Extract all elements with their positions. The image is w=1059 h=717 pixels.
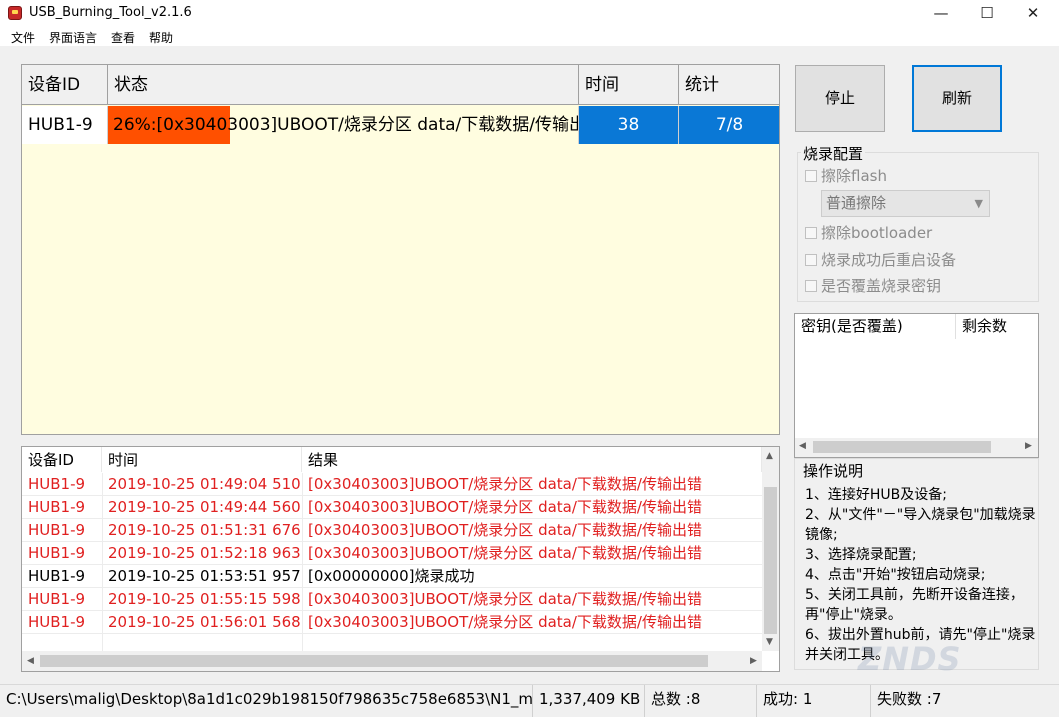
erase-flash-checkbox[interactable]: 擦除flash: [805, 165, 887, 186]
log-device-cell: HUB1-9: [28, 544, 86, 562]
title-bar: USB_Burning_Tool_v2.1.6 — ☐ ✕: [0, 0, 1059, 28]
log-time-cell: 2019-10-25 01:52:18 963: [108, 544, 301, 562]
reboot-after-label: 烧录成功后重启设备: [821, 251, 957, 269]
log-result-cell: [0x00000000]烧录成功: [308, 567, 475, 585]
log-col-time[interactable]: 时间: [102, 447, 302, 472]
log-result-cell: [0x30403003]UBOOT/烧录分区 data/下载数据/传输出错: [308, 544, 702, 562]
col-header-key[interactable]: 密钥(是否覆盖): [795, 314, 956, 339]
window-title: USB_Burning_Tool_v2.1.6: [29, 5, 192, 20]
log-row[interactable]: HUB1-9 2019-10-25 01:55:15 598 [0x30403003…: [22, 588, 762, 611]
log-device-cell: HUB1-9: [28, 475, 86, 493]
log-result-cell: [0x30403003]UBOOT/烧录分区 data/下载数据/传输出错: [308, 498, 702, 516]
time-cell[interactable]: 38: [579, 106, 679, 144]
menu-help[interactable]: 帮助: [149, 29, 173, 46]
scroll-down-icon[interactable]: ▼: [766, 637, 773, 647]
chevron-down-icon: ▼: [974, 197, 983, 210]
checkbox-box[interactable]: [805, 280, 817, 292]
status-text: 26%:[0x30403003]UBOOT/烧录分区 data/下载数据/传输出…: [113, 115, 579, 135]
log-result-cell: [0x30403003]UBOOT/烧录分区 data/下载数据/传输出错: [308, 521, 702, 539]
device-grid[interactable]: 设备ID 状态 时间 统计 HUB1-9 26%:[0x30403003]UBO…: [21, 64, 780, 435]
status-success: 成功: 1: [757, 685, 871, 717]
checkbox-box[interactable]: [805, 254, 817, 266]
status-size: 1,337,409 KB: [533, 685, 645, 717]
erase-mode-value: 普通擦除: [826, 194, 887, 212]
log-device-cell: HUB1-9: [28, 613, 86, 631]
log-time-cell: 2019-10-25 01:53:51 957: [108, 567, 301, 585]
stop-button[interactable]: 停止: [795, 65, 885, 132]
log-device-cell: HUB1-9: [28, 521, 86, 539]
col-header-status[interactable]: 状态: [108, 65, 579, 105]
checkbox-box[interactable]: [805, 227, 817, 239]
scroll-left-icon[interactable]: ◀: [27, 656, 34, 666]
log-vscrollbar[interactable]: ▲ ▼: [762, 447, 779, 651]
col-header-remaining[interactable]: 剩余数: [956, 314, 1038, 339]
reboot-after-checkbox[interactable]: 烧录成功后重启设备: [805, 249, 956, 270]
log-time-cell: 2019-10-25 01:49:44 560: [108, 498, 301, 516]
col-header-device-id[interactable]: 设备ID: [22, 65, 108, 105]
instructions-title: 操作说明: [801, 460, 866, 481]
device-id-cell[interactable]: HUB1-9: [22, 106, 108, 144]
log-col-result[interactable]: 结果: [302, 447, 762, 472]
log-time-cell: 2019-10-25 01:51:31 676: [108, 521, 301, 539]
scroll-up-icon[interactable]: ▲: [766, 451, 773, 461]
log-device-cell: HUB1-9: [28, 590, 86, 608]
log-hscrollbar[interactable]: ◀ ▶: [22, 651, 762, 671]
scroll-thumb[interactable]: [813, 441, 991, 453]
erase-bootloader-label: 擦除bootloader: [821, 224, 933, 242]
log-row[interactable]: HUB1-9 2019-10-25 01:51:31 676 [0x30403003…: [22, 519, 762, 542]
burn-config-title: 烧录配置: [801, 143, 866, 164]
col-header-time[interactable]: 时间: [579, 65, 679, 105]
close-button[interactable]: ✕: [1010, 0, 1056, 28]
erase-bootloader-checkbox[interactable]: 擦除bootloader: [805, 222, 932, 243]
minimize-button[interactable]: —: [918, 0, 964, 28]
status-bar: C:\Users\malig\Desktop\8a1d1c029b198150f…: [0, 684, 1059, 717]
erase-mode-select[interactable]: 普通擦除 ▼: [821, 190, 990, 217]
log-device-cell: HUB1-9: [28, 498, 86, 516]
log-col-device[interactable]: 设备ID: [22, 447, 102, 472]
log-time-cell: 2019-10-25 01:49:04 510: [108, 475, 301, 493]
log-row[interactable]: HUB1-9 2019-10-25 01:56:01 568 [0x30403003…: [22, 611, 762, 634]
log-row[interactable]: HUB1-9 2019-10-25 01:53:51 957 [0x00000000…: [22, 565, 762, 588]
overwrite-key-checkbox[interactable]: 是否覆盖烧录密钥: [805, 275, 941, 296]
status-total: 总数 :8: [645, 685, 757, 717]
status-cell[interactable]: 26%:[0x30403003]UBOOT/烧录分区 data/下载数据/传输出…: [108, 106, 579, 144]
col-header-stats[interactable]: 统计: [679, 65, 779, 105]
column-divider: [302, 473, 303, 651]
status-fail: 失败数 :7: [877, 690, 942, 708]
scroll-left-icon[interactable]: ◀: [799, 441, 806, 451]
log-result-cell: [0x30403003]UBOOT/烧录分区 data/下载数据/传输出错: [308, 475, 702, 493]
app-icon: [8, 6, 22, 20]
key-list-hscrollbar[interactable]: ◀ ▶: [795, 438, 1038, 457]
log-device-cell: HUB1-9: [28, 567, 86, 585]
overwrite-key-label: 是否覆盖烧录密钥: [821, 277, 942, 295]
instructions-group: 1、连接好HUB及设备; 2、从"文件"－"导入烧录包"加载烧录镜像; 3、选择…: [794, 458, 1039, 670]
log-result-cell: [0x30403003]UBOOT/烧录分区 data/下载数据/传输出错: [308, 590, 702, 608]
scroll-right-icon[interactable]: ▶: [1025, 441, 1032, 451]
log-row[interactable]: HUB1-9 2019-10-25 01:49:04 510 [0x30403003…: [22, 473, 762, 496]
key-list[interactable]: 密钥(是否覆盖) 剩余数 ◀ ▶: [794, 313, 1039, 458]
checkbox-box[interactable]: [805, 170, 817, 182]
column-divider: [102, 473, 103, 651]
log-row[interactable]: HUB1-9 2019-10-25 01:52:18 963 [0x30403003…: [22, 542, 762, 565]
erase-flash-label: 擦除flash: [821, 167, 887, 185]
log-result-cell: [0x30403003]UBOOT/烧录分区 data/下载数据/传输出错: [308, 613, 702, 631]
scroll-thumb[interactable]: [40, 655, 708, 667]
watermark-logo: ZNDS: [858, 640, 962, 678]
log-time-cell: 2019-10-25 01:56:01 568: [108, 613, 301, 631]
stats-cell[interactable]: 7/8: [679, 106, 779, 144]
menu-language[interactable]: 界面语言: [49, 29, 97, 46]
menu-file[interactable]: 文件: [11, 29, 35, 46]
menu-bar: 文件 界面语言 查看 帮助: [0, 28, 1059, 46]
status-path: C:\Users\malig\Desktop\8a1d1c029b198150f…: [0, 685, 533, 717]
scroll-right-icon[interactable]: ▶: [750, 656, 757, 666]
instructions-text: 1、连接好HUB及设备; 2、从"文件"－"导入烧录包"加载烧录镜像; 3、选择…: [805, 487, 1036, 663]
log-time-cell: 2019-10-25 01:55:15 598: [108, 590, 301, 608]
maximize-button[interactable]: ☐: [964, 0, 1010, 28]
refresh-button[interactable]: 刷新: [912, 65, 1002, 132]
log-row[interactable]: HUB1-9 2019-10-25 01:49:44 560 [0x30403003…: [22, 496, 762, 519]
log-list[interactable]: 设备ID 时间 结果 HUB1-9 2019-10-25 01:49:04 510…: [21, 446, 780, 672]
menu-view[interactable]: 查看: [111, 29, 135, 46]
scroll-thumb[interactable]: [764, 487, 777, 634]
